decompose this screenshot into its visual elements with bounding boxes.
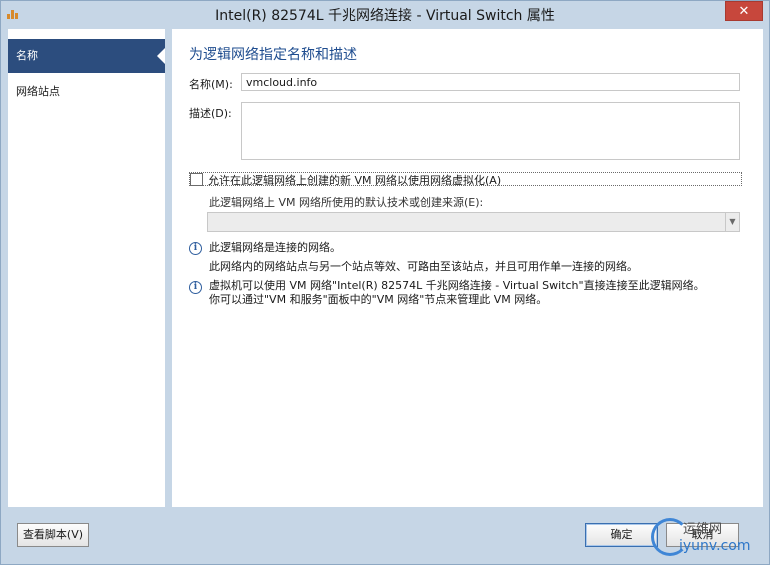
description-input[interactable] (241, 102, 740, 160)
ok-button[interactable]: 确定 (585, 523, 658, 547)
info-vm-network-detail: 你可以通过"VM 和服务"面板中的"VM 网络"节点来管理此 VM 网络。 (209, 293, 548, 306)
page-title: 为逻辑网络指定名称和描述 (189, 47, 357, 63)
sidebar-item-name[interactable]: 名称 (8, 39, 165, 73)
watermark-text: 运维网 (683, 522, 723, 537)
dialog-footer: 查看脚本(V) 确定 取消 (8, 507, 763, 557)
properties-dialog: Intel(R) 82574L 千兆网络连接 - Virtual Switch … (0, 0, 770, 565)
main-panel: 为逻辑网络指定名称和描述 名称(M): vmcloud.info 描述(D): … (179, 29, 763, 507)
sidebar-item-network-sites[interactable]: 网络站点 (8, 75, 165, 109)
info-connected-network: 此逻辑网络是连接的网络。 (209, 241, 341, 254)
view-script-button[interactable]: 查看脚本(V) (17, 523, 89, 547)
description-label: 描述(D): (189, 107, 232, 120)
info-connected-network-detail: 此网络内的网络站点与另一个站点等效、可路由至该站点，并且可用作单一连接的网络。 (209, 260, 638, 273)
title-bar[interactable]: Intel(R) 82574L 千兆网络连接 - Virtual Switch … (1, 1, 769, 27)
dropdown-label: 此逻辑网络上 VM 网络所使用的默认技术或创建来源(E): (209, 196, 484, 209)
close-icon[interactable]: ✕ (725, 1, 763, 21)
network-virtualization-option[interactable]: 允许在此逻辑网络上创建的新 VM 网络以使用网络虚拟化(A) (189, 172, 742, 187)
sidebar: 名称 网络站点 (8, 29, 172, 507)
name-label: 名称(M): (189, 78, 233, 91)
site-watermark: 运维网 iyunv.com (651, 516, 761, 560)
dialog-body: 名称 网络站点 为逻辑网络指定名称和描述 名称(M): vmcloud.info… (8, 29, 763, 557)
network-virtualization-checkbox[interactable] (190, 173, 203, 186)
info-icon: i (189, 242, 202, 255)
window-title: Intel(R) 82574L 千兆网络连接 - Virtual Switch … (215, 8, 555, 24)
sidebar-item-label: 网络站点 (16, 85, 60, 98)
name-input[interactable]: vmcloud.info (241, 73, 740, 91)
default-technology-select[interactable]: ▼ (207, 212, 740, 232)
info-vm-network: 虚拟机可以使用 VM 网络"Intel(R) 82574L 千兆网络连接 - V… (209, 279, 705, 292)
checkbox-label: 允许在此逻辑网络上创建的新 VM 网络以使用网络虚拟化(A) (208, 174, 502, 187)
chevron-down-icon[interactable]: ▼ (725, 213, 739, 231)
watermark-url: iyunv.com (679, 538, 751, 554)
sidebar-item-label: 名称 (16, 49, 38, 62)
info-icon: i (189, 281, 202, 294)
